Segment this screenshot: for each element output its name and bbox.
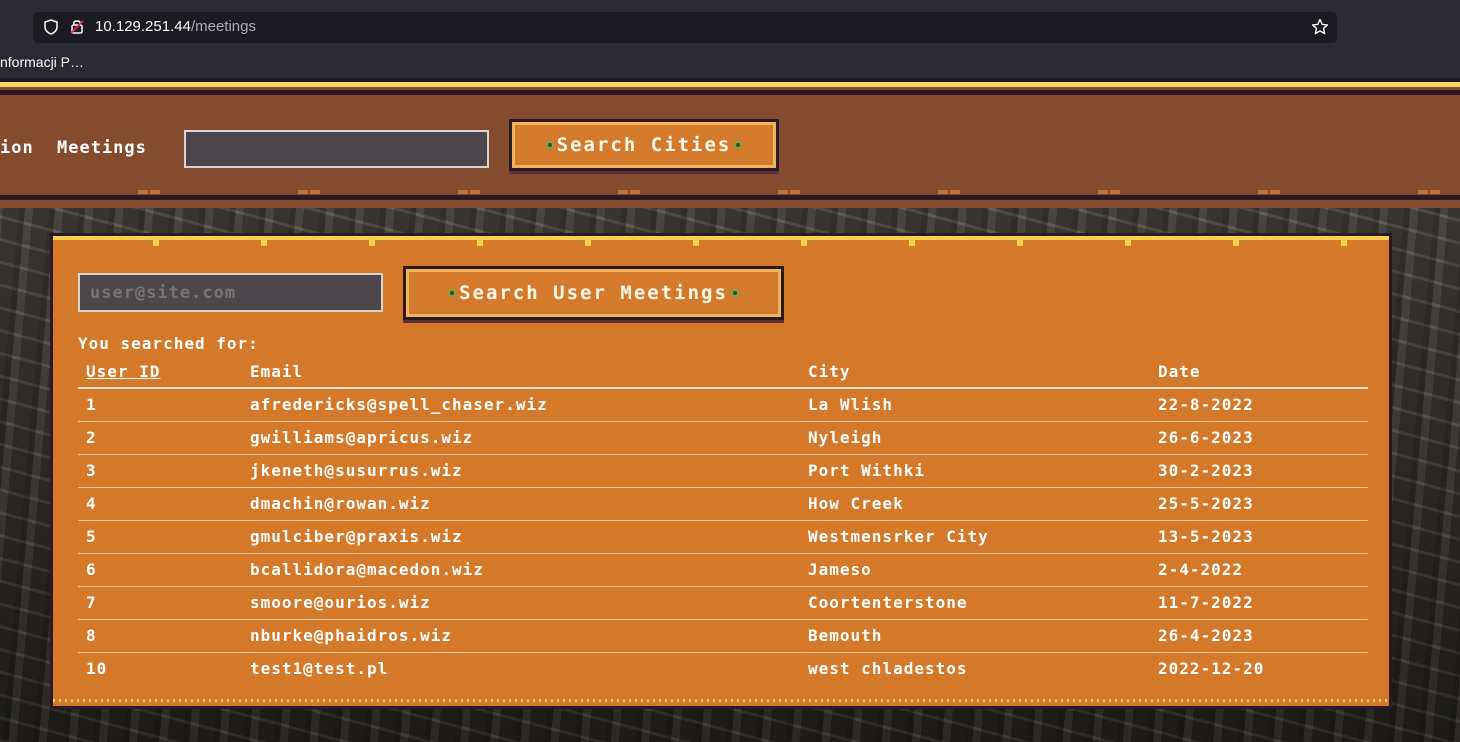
- navbar-border-bottom: [0, 195, 1460, 200]
- meetings-table: User ID Email City Date 1 afredericks@sp…: [78, 358, 1368, 685]
- bookmark-item[interactable]: nformacji P…: [0, 54, 84, 70]
- cell-city: Port Withki: [800, 454, 1150, 488]
- url-host: 10.129.251.44: [95, 18, 191, 35]
- cell-email: smoore@ourios.wiz: [242, 586, 800, 620]
- stud-icon: [730, 289, 739, 297]
- cell-user-id: 2: [78, 421, 242, 455]
- cell-date: 22-8-2022: [1150, 388, 1368, 422]
- meetings-panel: Search User Meetings You searched for: U…: [50, 233, 1392, 709]
- cell-city: La Wlish: [800, 388, 1150, 422]
- search-user-meetings-label: Search User Meetings: [459, 282, 728, 304]
- url-path: /meetings: [190, 18, 256, 35]
- city-search-input[interactable]: [184, 130, 489, 168]
- cell-date: 30-2-2023: [1150, 454, 1368, 488]
- cell-user-id: 4: [78, 487, 242, 521]
- cell-date: 2-4-2022: [1150, 553, 1368, 587]
- column-header-date: Date: [1150, 358, 1368, 389]
- cell-email: bcallidora@macedon.wiz: [242, 553, 800, 587]
- stud-icon: [734, 141, 743, 149]
- navbar-dash-pattern: [0, 190, 1460, 194]
- cell-date: 13-5-2023: [1150, 520, 1368, 554]
- cell-city: Westmensrker City: [800, 520, 1150, 554]
- cell-email: jkeneth@susurrus.wiz: [242, 454, 800, 488]
- address-bar[interactable]: 10.129.251.44/meetings: [33, 12, 1337, 43]
- cell-city: How Creek: [800, 487, 1150, 521]
- column-header-city: City: [800, 358, 1150, 389]
- url-text[interactable]: 10.129.251.44/meetings: [95, 18, 256, 35]
- cell-date: 26-6-2023: [1150, 421, 1368, 455]
- browser-toolbar: 10.129.251.44/meetings: [0, 0, 1460, 52]
- bookmarks-bar: nformacji P…: [0, 52, 1460, 78]
- cell-date: 2022-12-20: [1158, 659, 1265, 679]
- stud-icon: [545, 141, 554, 149]
- cell-city: west chladestos: [808, 659, 968, 679]
- cell-date: 26-4-2023: [1150, 619, 1368, 653]
- cell-user-id: 10: [86, 659, 108, 679]
- star-icon[interactable]: [1311, 18, 1329, 36]
- searched-for-label: You searched for:: [78, 334, 259, 353]
- navbar-border-top: [0, 90, 1460, 95]
- table-row: 7 smoore@ourios.wiz Coortenterstone 11-7…: [78, 586, 1368, 620]
- table-row: 3 jkeneth@susurrus.wiz Port Withki 30-2-…: [78, 454, 1368, 488]
- table-row: 10 test1@test.pl west chladestos 2022-12…: [78, 652, 1368, 685]
- table-row: 4 dmachin@rowan.wiz How Creek 25-5-2023: [78, 487, 1368, 521]
- search-user-meetings-button[interactable]: Search User Meetings: [403, 266, 784, 320]
- cell-email: test1@test.pl: [250, 659, 389, 679]
- column-header-user-id[interactable]: User ID: [78, 358, 242, 389]
- user-email-input[interactable]: [78, 273, 383, 312]
- cell-user-id: 1: [78, 388, 242, 422]
- cell-user-id: 7: [78, 586, 242, 620]
- cell-email: dmachin@rowan.wiz: [242, 487, 800, 521]
- table-row: 2 gwilliams@apricus.wiz Nyleigh 26-6-202…: [78, 421, 1368, 455]
- search-cities-button[interactable]: Search Cities: [509, 119, 779, 171]
- cell-email: gwilliams@apricus.wiz: [242, 421, 800, 455]
- panel-top-ticks: [53, 240, 1389, 246]
- nav-link-partial[interactable]: ion: [0, 138, 34, 158]
- cell-date: 11-7-2022: [1150, 586, 1368, 620]
- table-row: 5 gmulciber@praxis.wiz Westmensrker City…: [78, 520, 1368, 554]
- cell-city: Bemouth: [800, 619, 1150, 653]
- search-cities-label: Search Cities: [556, 134, 732, 156]
- cell-user-id: 5: [78, 520, 242, 554]
- cell-email: nburke@phaidros.wiz: [242, 619, 800, 653]
- cell-date: 25-5-2023: [1150, 487, 1368, 521]
- cell-city: Jameso: [800, 553, 1150, 587]
- cell-city: Nyleigh: [800, 421, 1150, 455]
- table-row: 6 bcallidora@macedon.wiz Jameso 2-4-2022: [78, 553, 1368, 587]
- shield-icon[interactable]: [43, 19, 59, 35]
- panel-bottom-dots: [53, 699, 1389, 702]
- cell-email: afredericks@spell_chaser.wiz: [242, 388, 800, 422]
- nav-link-meetings[interactable]: Meetings: [57, 138, 147, 158]
- cell-user-id: 3: [78, 454, 242, 488]
- cell-email: gmulciber@praxis.wiz: [242, 520, 800, 554]
- lock-icon[interactable]: [70, 18, 84, 35]
- table-row: 1 afredericks@spell_chaser.wiz La Wlish …: [78, 388, 1368, 422]
- table-header-row: User ID Email City Date: [78, 358, 1368, 389]
- column-header-email: Email: [242, 358, 800, 389]
- cell-user-id: 8: [78, 619, 242, 653]
- cell-user-id: 6: [78, 553, 242, 587]
- table-row: 8 nburke@phaidros.wiz Bemouth 26-4-2023: [78, 619, 1368, 653]
- cell-city: Coortenterstone: [800, 586, 1150, 620]
- stud-icon: [448, 289, 457, 297]
